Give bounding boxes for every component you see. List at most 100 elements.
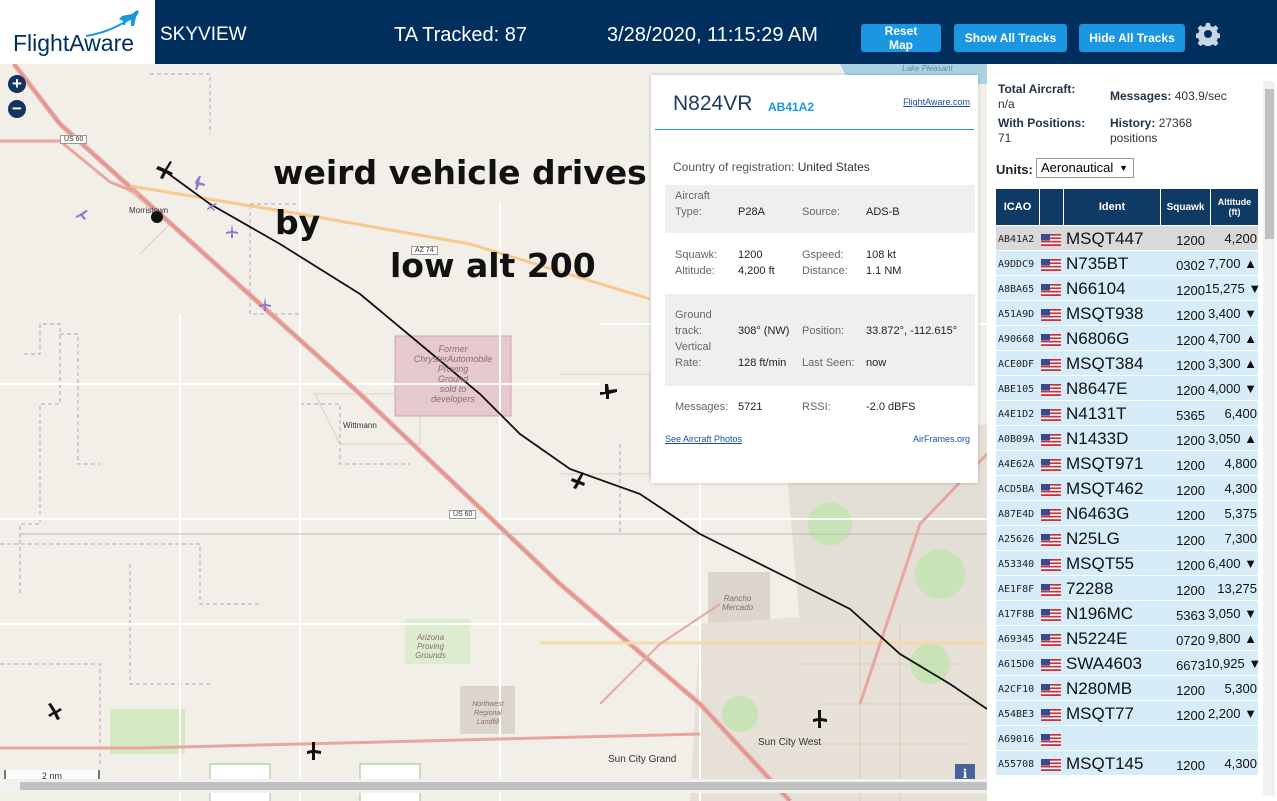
- aircraft-type-value: P28A: [738, 206, 765, 218]
- table-row[interactable]: A8BA65 N66104 1200 15,275 ▼: [996, 276, 1261, 301]
- squawk-label: Squawk:: [675, 249, 718, 261]
- row-ident: N25LG: [1066, 529, 1120, 548]
- highway-shield-us60-south: US 60: [449, 510, 477, 519]
- table-row[interactable]: A54BE3 MSQT77 1200 2,200 ▼: [996, 701, 1258, 726]
- row-altitude-trend: ▲: [1244, 431, 1257, 446]
- squawk-value: 1200: [738, 249, 763, 261]
- distance-value: 1.1 NM: [866, 265, 902, 277]
- us-flag-icon: [1041, 583, 1061, 596]
- table-row[interactable]: ABE105 N8647E 1200 4,000 ▼: [996, 376, 1258, 401]
- history-stat: History: 27368: [1110, 116, 1192, 130]
- table-row[interactable]: AE1F8F 72288 1200 13,275: [996, 576, 1258, 601]
- row-ident: N5224E: [1066, 629, 1128, 648]
- panel-scroll-thumb[interactable]: [1265, 89, 1274, 239]
- table-row[interactable]: A51A9D MSQT938 1200 3,400 ▼: [996, 301, 1258, 326]
- reset-map-button[interactable]: Reset Map: [861, 24, 941, 52]
- table-row[interactable]: ACD5BA MSQT462 1200 4,300: [996, 476, 1258, 501]
- with-positions-value: 71: [998, 131, 1012, 145]
- row-altitude-value: 4,300: [1224, 756, 1257, 771]
- row-squawk: 0302: [1176, 258, 1205, 273]
- table-row[interactable]: A55708 MSQT145 1200 4,300: [996, 751, 1258, 776]
- row-altitude: 3,400 ▼: [1205, 306, 1257, 321]
- row-ident: N8647E: [1066, 379, 1128, 398]
- col-icao[interactable]: ICAO: [996, 189, 1039, 225]
- us-flag-icon: [1041, 408, 1061, 421]
- row-altitude: 4,800: [1205, 456, 1257, 471]
- town-sun-city-west: Sun City West: [758, 737, 822, 748]
- table-row[interactable]: A87E4D N6463G 1200 5,375: [996, 501, 1258, 526]
- panel-scrollbar[interactable]: [1263, 81, 1275, 796]
- col-flag[interactable]: [1040, 189, 1063, 225]
- row-ident: N6806G: [1066, 329, 1130, 348]
- units-select[interactable]: Aeronautical ▼: [1036, 158, 1134, 178]
- flightaware-link[interactable]: FlightAware.com: [903, 97, 970, 107]
- row-altitude-value: 7,700: [1207, 256, 1241, 271]
- altitude-value: 4,200 ft: [738, 265, 775, 277]
- track-label: Ground: [675, 309, 712, 321]
- horizontal-scrollbar[interactable]: [0, 779, 987, 793]
- row-icao: A25626: [998, 534, 1035, 545]
- annotation-line-3: low alt 200: [390, 246, 596, 285]
- table-row[interactable]: A17F8B N196MC 5363 3,050 ▼: [996, 601, 1258, 626]
- landfill-label: Northwest Regional Landfill: [464, 700, 512, 727]
- row-altitude-value: 15,275: [1205, 281, 1245, 296]
- row-ident: N280MB: [1066, 679, 1133, 698]
- table-row[interactable]: A53340 MSQT55 1200 6,400 ▼: [996, 551, 1258, 576]
- gear-icon[interactable]: [1196, 22, 1220, 46]
- arizona-proving-line: Grounds: [415, 651, 446, 660]
- row-ident: MSQT77: [1066, 704, 1135, 723]
- table-row[interactable]: ACE0DF MSQT384 1200 3,300 ▲: [996, 351, 1258, 376]
- us-flag-icon: [1041, 483, 1061, 496]
- row-altitude: 15,275 ▼: [1205, 281, 1261, 296]
- table-row[interactable]: A69016: [996, 726, 1258, 751]
- row-altitude: 4,200: [1205, 231, 1257, 246]
- table-row[interactable]: AB41A2 MSQT447 1200 4,200: [996, 226, 1258, 251]
- popup-ident: N824VR: [673, 92, 753, 115]
- table-row[interactable]: A90668 N6806G 1200 4,700 ▲: [996, 326, 1258, 351]
- row-squawk: 1200: [1176, 583, 1205, 598]
- us-flag-icon: [1041, 533, 1061, 546]
- row-altitude: 5,375: [1205, 506, 1257, 521]
- table-row[interactable]: A615D0 SWA4603 6673 10,925 ▼: [996, 651, 1261, 676]
- flightaware-logo[interactable]: FlightAware: [0, 0, 155, 64]
- table-row[interactable]: A25626 N25LG 1200 7,300: [996, 526, 1258, 551]
- proving-ground-line: sold to: [439, 384, 467, 394]
- vrate-value: 128 ft/min: [738, 357, 787, 369]
- col-ident[interactable]: Ident: [1064, 189, 1160, 225]
- zoom-out-button[interactable]: −: [8, 100, 26, 118]
- row-altitude: 3,050 ▲: [1205, 431, 1257, 446]
- us-flag-icon: [1041, 358, 1061, 371]
- col-altitude[interactable]: Altitude (ft): [1211, 189, 1258, 225]
- show-all-tracks-button[interactable]: Show All Tracks: [954, 24, 1067, 52]
- popup-block-type: Aircraft Type: P28A Source: ADS-B: [665, 185, 975, 233]
- table-row[interactable]: A4E62A MSQT971 1200 4,800: [996, 451, 1258, 476]
- row-altitude-value: 4,200: [1224, 231, 1257, 246]
- col-squawk[interactable]: Squawk: [1161, 189, 1210, 225]
- annotation-line-1: weird vehicle drives: [273, 153, 647, 192]
- us-flag-icon: [1041, 283, 1061, 296]
- row-altitude: 6,400 ▼: [1205, 556, 1257, 571]
- popup-block-squawk: Squawk: 1200 Gspeed: 108 kt Altitude: 4,…: [665, 243, 975, 285]
- row-squawk: 1200: [1176, 508, 1205, 523]
- table-row[interactable]: A4E1D2 N4131T 5365 6,400: [996, 401, 1258, 426]
- aircraft-photos-link[interactable]: See Aircraft Photos: [665, 434, 742, 444]
- table-row[interactable]: A0B09A N1433D 1200 3,050 ▲: [996, 426, 1258, 451]
- last-seen-label: Last Seen:: [802, 357, 855, 369]
- track-value: 308° (NW): [738, 325, 790, 337]
- country-label: Country of registration:: [673, 160, 795, 174]
- gspeed-value: 108 kt: [866, 249, 896, 261]
- table-row[interactable]: A69345 N5224E 0720 9,800 ▲: [996, 626, 1258, 651]
- hide-all-tracks-button[interactable]: Hide All Tracks: [1079, 24, 1185, 52]
- row-altitude-value: 4,800: [1224, 456, 1257, 471]
- row-altitude-value: 10,925: [1205, 656, 1245, 671]
- row-icao: AE1F8F: [998, 584, 1035, 595]
- zoom-in-button[interactable]: +: [8, 75, 26, 93]
- row-icao: A51A9D: [998, 309, 1035, 320]
- row-altitude: 7,300: [1205, 531, 1257, 546]
- row-icao: ACD5BA: [998, 484, 1035, 495]
- table-row[interactable]: A9DDC9 N735BT 0302 7,700 ▲: [996, 251, 1258, 276]
- airframes-link[interactable]: AirFrames.org: [913, 434, 970, 444]
- table-row[interactable]: A2CF10 N280MB 1200 5,300: [996, 676, 1258, 701]
- row-altitude: 7,700 ▲: [1205, 256, 1257, 271]
- us-flag-icon: [1041, 258, 1061, 271]
